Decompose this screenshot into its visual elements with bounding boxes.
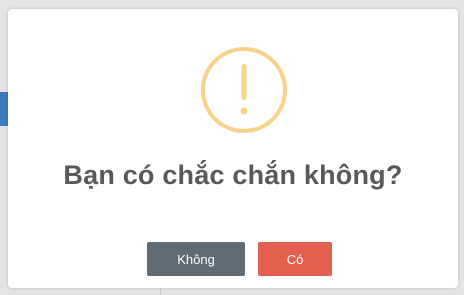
no-button[interactable]: Không bbox=[147, 242, 245, 276]
warning-icon bbox=[200, 46, 288, 134]
yes-button[interactable]: Có bbox=[258, 242, 332, 276]
dialog-title: Bạn có chắc chắn không? bbox=[63, 160, 403, 190]
background-accent-bar bbox=[0, 92, 8, 126]
confirm-dialog: Bạn có chắc chắn không? Không Có bbox=[8, 9, 458, 288]
